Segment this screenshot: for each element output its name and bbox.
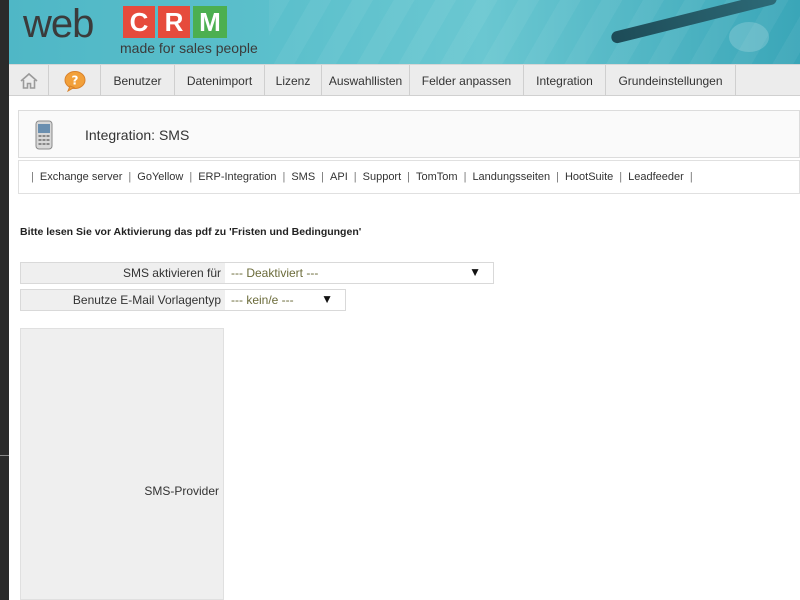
window-left-edge (0, 0, 9, 600)
app-header: web C R M made for sales people (9, 0, 800, 64)
subnav-separator: | (619, 171, 623, 183)
terms-notice: Bitte lesen Sie vor Aktivierung das pdf … (20, 226, 362, 238)
subnav-link-exchange-server[interactable]: Exchange server (40, 171, 123, 183)
webcrm-logo[interactable]: web C R M made for sales people (23, 2, 263, 62)
email-template-value: --- kein/e --- (231, 293, 294, 307)
nav-item-lizenz[interactable]: Lizenz (265, 65, 322, 96)
subnav-separator: | (128, 171, 132, 183)
subnav-link-goyellow[interactable]: GoYellow (137, 171, 183, 183)
logo-tagline: made for sales people (120, 40, 258, 56)
subnav-separator: | (407, 171, 411, 183)
main-nav: ? Benutzer Datenimport Lizenz Auswahllis… (9, 64, 800, 96)
nav-item-grundeinstellungen[interactable]: Grundeinstellungen (606, 65, 736, 96)
header-light-graphic (729, 22, 769, 52)
subnav-link-support[interactable]: Support (363, 171, 402, 183)
help-bubble-icon: ? (64, 70, 85, 92)
sms-provider-label: SMS-Provider (144, 484, 219, 498)
mobile-phone-icon (35, 120, 53, 150)
email-template-row: Benutze E-Mail Vorlagentyp --- kein/e --… (20, 289, 346, 311)
subnav-separator: | (189, 171, 193, 183)
subnav-link-landungsseiten[interactable]: Landungsseiten (472, 171, 550, 183)
sms-activate-select[interactable]: --- Deaktiviert --- ▼ (225, 263, 493, 283)
subnav-separator: | (463, 171, 467, 183)
nav-help-button[interactable]: ? (49, 65, 101, 96)
subnav-separator: | (689, 171, 693, 183)
email-template-label: Benutze E-Mail Vorlagentyp (21, 290, 225, 310)
subnav-separator: | (353, 171, 357, 183)
dropdown-arrow-icon: ▼ (469, 265, 481, 279)
subnav-link-hootsuite[interactable]: HootSuite (565, 171, 613, 183)
page-title-panel: Integration: SMS (18, 110, 800, 158)
nav-item-integration[interactable]: Integration (524, 65, 606, 96)
page-title: Integration: SMS (85, 127, 190, 143)
subnav-link-api[interactable]: API (330, 171, 348, 183)
home-icon (19, 72, 38, 89)
subnav-link-sms[interactable]: SMS (291, 171, 315, 183)
svg-text:?: ? (71, 73, 78, 87)
subnav-separator: | (282, 171, 286, 183)
logo-letter-c: C (123, 6, 155, 38)
email-template-select[interactable]: --- kein/e --- ▼ (225, 290, 345, 310)
sms-activate-value: --- Deaktiviert --- (231, 266, 319, 280)
window-edge-mark (0, 455, 9, 456)
sms-activate-row: SMS aktivieren für --- Deaktiviert --- ▼ (20, 262, 494, 284)
integration-subnav: | Exchange server | GoYellow | ERP-Integ… (18, 160, 800, 194)
subnav-link-erp-integration[interactable]: ERP-Integration (198, 171, 276, 183)
subnav-separator: | (556, 171, 559, 183)
subnav-link-tomtom[interactable]: TomTom (416, 171, 458, 183)
nav-item-felder-anpassen[interactable]: Felder anpassen (410, 65, 524, 96)
nav-item-benutzer[interactable]: Benutzer (101, 65, 175, 96)
nav-item-auswahllisten[interactable]: Auswahllisten (322, 65, 410, 96)
subnav-separator: | (31, 171, 34, 183)
subnav-separator: | (321, 171, 325, 183)
logo-letter-m: M (193, 6, 227, 38)
nav-home-button[interactable] (9, 65, 49, 96)
sms-activate-label: SMS aktivieren für (21, 263, 225, 283)
logo-letter-r: R (158, 6, 190, 38)
nav-item-datenimport[interactable]: Datenimport (175, 65, 265, 96)
logo-web-text: web (23, 2, 94, 46)
subnav-link-leadfeeder[interactable]: Leadfeeder (628, 171, 684, 183)
dropdown-arrow-icon: ▼ (321, 292, 333, 306)
sms-provider-panel: SMS-Provider (20, 328, 224, 600)
